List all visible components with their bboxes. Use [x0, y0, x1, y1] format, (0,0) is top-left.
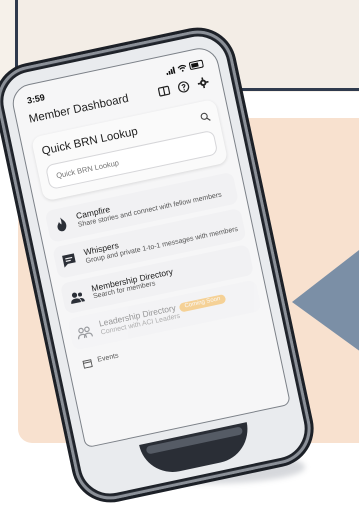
search-icon[interactable] — [199, 111, 211, 123]
bottom-peek-label: Events — [96, 352, 120, 364]
pointer-arrow — [292, 250, 359, 351]
flame-icon — [57, 217, 67, 232]
chat-icon — [62, 253, 76, 268]
group-icon — [78, 326, 94, 340]
book-icon[interactable] — [157, 84, 171, 98]
signal-icon — [166, 66, 176, 75]
help-icon[interactable] — [177, 80, 191, 94]
gear-icon[interactable] — [196, 76, 210, 90]
calendar-icon — [82, 359, 93, 370]
menu-item-text: Membership Directory Search for members — [90, 266, 176, 302]
people-icon — [71, 292, 85, 304]
wifi-icon — [177, 64, 187, 72]
header-actions — [157, 76, 210, 99]
